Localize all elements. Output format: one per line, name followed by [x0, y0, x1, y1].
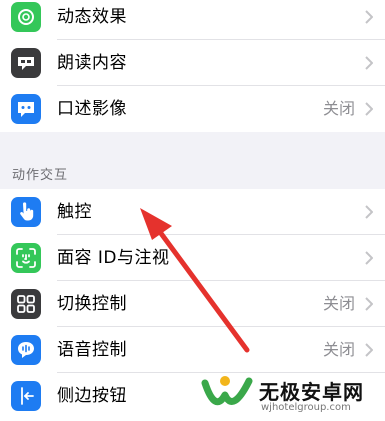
- chevron-right-icon: [365, 102, 373, 116]
- row-switch-control[interactable]: 切换控制 关闭: [0, 281, 385, 327]
- row-label: 面容 ID与注视: [57, 248, 170, 268]
- settings-group-vision: 动态效果 朗读内容 口述影像 关闭: [0, 0, 385, 132]
- voice-control-icon: [11, 335, 41, 365]
- audio-description-icon: [11, 94, 41, 124]
- watermark-logo-icon: [201, 376, 253, 406]
- row-label: 切换控制: [57, 294, 127, 314]
- speech-bubble-icon: [11, 48, 41, 78]
- row-voice-control[interactable]: 语音控制 关闭: [0, 327, 385, 373]
- row-label: 朗读内容: [57, 53, 127, 73]
- row-face-id-attention[interactable]: 面容 ID与注视: [0, 235, 385, 281]
- chevron-right-icon: [365, 297, 373, 311]
- motion-icon: [11, 2, 41, 32]
- side-button-icon: [11, 381, 41, 411]
- row-value: 关闭: [322, 99, 355, 118]
- row-label: 语音控制: [57, 340, 127, 360]
- row-motion[interactable]: 动态效果: [0, 0, 385, 40]
- row-label: 口述影像: [57, 99, 127, 119]
- chevron-right-icon: [365, 205, 373, 219]
- row-value: 关闭: [322, 294, 355, 313]
- row-audio-description[interactable]: 口述影像 关闭: [0, 86, 385, 132]
- hand-touch-icon: [11, 197, 41, 227]
- chevron-right-icon: [365, 56, 373, 70]
- chevron-right-icon: [365, 10, 373, 24]
- section-header: 动作交互: [12, 168, 69, 183]
- face-id-icon: [11, 243, 41, 273]
- watermark: 无极安卓网 wjhotelgroup.com: [197, 370, 385, 421]
- chevron-right-icon: [365, 343, 373, 357]
- row-spoken-content[interactable]: 朗读内容: [0, 40, 385, 86]
- row-label: 侧边按钮: [57, 386, 127, 406]
- watermark-url: wjhotelgroup.com: [261, 402, 351, 413]
- row-label: 触控: [57, 202, 92, 222]
- switch-control-icon: [11, 289, 41, 319]
- chevron-right-icon: [365, 251, 373, 265]
- watermark-title: 无极安卓网: [259, 380, 364, 404]
- row-value: 关闭: [322, 340, 355, 359]
- row-label: 动态效果: [57, 7, 127, 27]
- row-touch[interactable]: 触控: [0, 189, 385, 235]
